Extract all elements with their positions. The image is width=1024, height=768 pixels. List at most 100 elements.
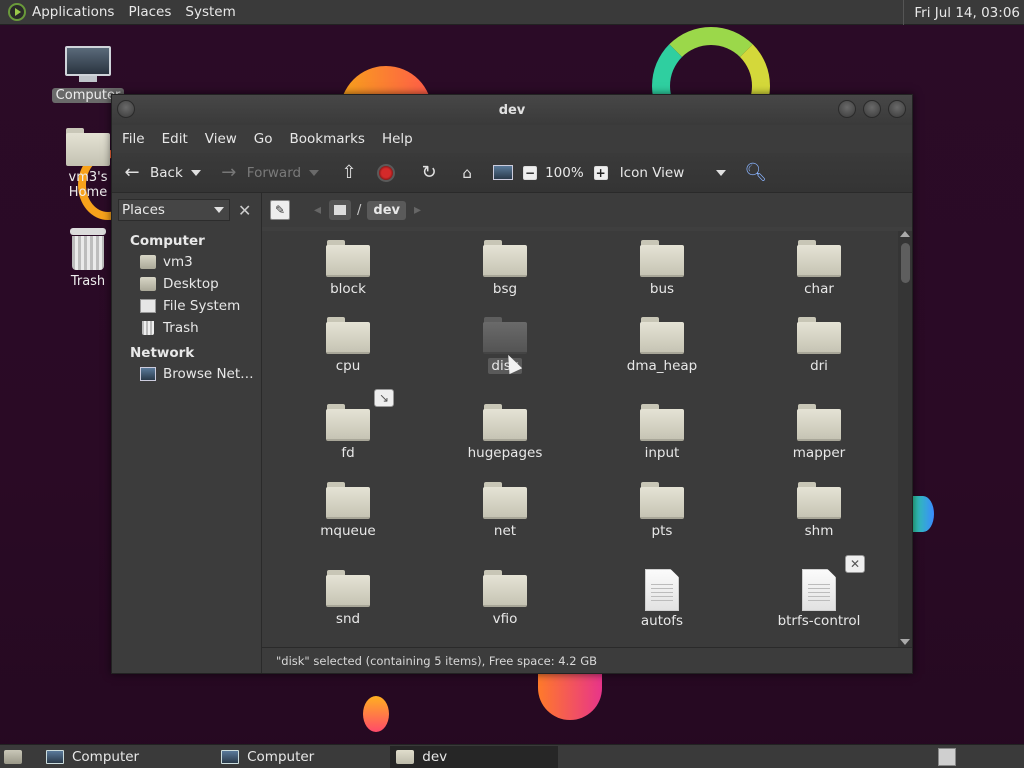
home-icon[interactable]: ⌂ [455, 161, 479, 185]
folder-item[interactable]: vfio [445, 569, 565, 627]
edit-location-icon[interactable]: ✎ [270, 200, 290, 220]
workspace-switcher[interactable] [938, 748, 956, 766]
reload-icon[interactable]: ↻ [417, 161, 441, 185]
desktop-icon-label: vm3's Home [68, 170, 108, 200]
item-name: net [493, 523, 517, 539]
path-scroll-right-icon[interactable]: ▸ [414, 202, 421, 218]
wallpaper-shape [912, 496, 934, 532]
computer-icon[interactable] [491, 161, 515, 185]
folder-item[interactable]: shm [759, 481, 879, 539]
back-button[interactable]: ← Back [120, 161, 182, 185]
scroll-down-icon[interactable] [900, 639, 910, 645]
folder-icon [396, 749, 415, 764]
filesystem-root-crumb[interactable] [329, 200, 352, 220]
folder-icon [326, 403, 370, 441]
folder-item[interactable]: cpu [288, 316, 408, 374]
system-menu[interactable]: System [185, 4, 235, 20]
window-content: Places ✕ Computer vm3 Desktop File Syste… [112, 193, 912, 673]
folder-item[interactable]: mapper [759, 403, 879, 461]
path-crumb-dev[interactable]: dev [367, 200, 407, 220]
minimize-button[interactable] [838, 100, 856, 118]
scroll-thumb[interactable] [901, 243, 910, 283]
folder-icon [326, 481, 370, 519]
folder-icon [483, 316, 527, 354]
scroll-up-icon[interactable] [900, 231, 910, 237]
item-name: shm [804, 523, 834, 539]
sidebar-item-file-system[interactable]: File System [112, 295, 261, 317]
zoom-out-icon[interactable]: − [523, 165, 538, 180]
menu-view[interactable]: View [201, 131, 247, 147]
path-scroll-left-icon[interactable]: ◂ [314, 202, 321, 218]
folder-item[interactable]: snd [288, 569, 408, 627]
maximize-button[interactable] [863, 100, 881, 118]
window-menu-button[interactable] [117, 100, 135, 118]
sidebar-item-browse-network[interactable]: Browse Net… [112, 363, 261, 385]
search-icon[interactable]: 🔍︎ [744, 161, 768, 185]
folder-item[interactable]: pts [602, 481, 722, 539]
folder-item[interactable]: dri [759, 316, 879, 374]
folder-item[interactable]: bus [602, 239, 722, 297]
vertical-scrollbar[interactable] [898, 231, 912, 647]
folder-item[interactable]: input [602, 403, 722, 461]
folder-icon [483, 239, 527, 277]
stop-icon[interactable] [377, 163, 396, 182]
desktop-icon [140, 277, 156, 291]
menu-file[interactable]: File [118, 131, 155, 147]
taskbar-item-computer[interactable]: Computer [40, 746, 145, 768]
folder-item[interactable]: bsg [445, 239, 565, 297]
folder-icon [483, 481, 527, 519]
document-icon [645, 569, 679, 611]
folder-icon [326, 316, 370, 354]
folder-icon [797, 403, 841, 441]
file-item[interactable]: ✕ btrfs-control [759, 555, 879, 629]
titlebar[interactable]: dev [112, 95, 912, 125]
computer-icon [65, 46, 111, 84]
item-name: autofs [640, 613, 684, 629]
places-menu[interactable]: Places [128, 4, 171, 20]
path-bar: ✎ ◂ / dev ▸ [262, 193, 912, 227]
forward-button[interactable]: → Forward [217, 161, 301, 185]
distro-logo-icon[interactable] [8, 3, 26, 21]
taskbar-item-computer[interactable]: Computer [215, 746, 320, 768]
folder-item[interactable]: hugepages [445, 403, 565, 461]
status-text: "disk" selected (containing 5 items), Fr… [276, 653, 598, 668]
forward-history-dropdown[interactable] [309, 169, 320, 176]
folder-item[interactable]: ↘ fd [288, 389, 408, 461]
sidebar-selector[interactable]: Places [118, 199, 230, 221]
item-name: dri [810, 358, 828, 374]
folder-item[interactable]: char [759, 239, 879, 297]
folder-icon [640, 316, 684, 354]
top-panel: Applications Places System Fri Jul 14, 0… [0, 0, 1024, 25]
item-name: hugepages [467, 445, 543, 461]
sidebar-item-vm3[interactable]: vm3 [112, 251, 261, 273]
view-mode-dropdown[interactable] [715, 169, 726, 176]
network-icon [140, 367, 156, 381]
item-name: block [330, 281, 366, 297]
folder-item[interactable]: mqueue [288, 481, 408, 539]
back-history-dropdown[interactable] [190, 169, 201, 176]
zoom-in-icon[interactable]: + [593, 165, 608, 180]
show-desktop-icon[interactable] [4, 749, 22, 764]
file-item[interactable]: autofs [602, 569, 722, 629]
sidebar-item-trash[interactable]: Trash [112, 317, 261, 339]
menu-edit[interactable]: Edit [158, 131, 198, 147]
menu-help[interactable]: Help [378, 131, 423, 147]
folder-item[interactable]: net [445, 481, 565, 539]
sidebar: Places ✕ Computer vm3 Desktop File Syste… [112, 193, 262, 673]
taskbar-item-label: Computer [247, 748, 315, 765]
close-sidebar-icon[interactable]: ✕ [238, 201, 251, 220]
up-arrow-icon[interactable]: ⇧ [337, 161, 361, 185]
taskbar-item-dev[interactable]: dev [390, 745, 559, 768]
item-name: dma_heap [626, 358, 698, 374]
menu-bookmarks[interactable]: Bookmarks [286, 131, 375, 147]
view-mode-select[interactable]: Icon View [620, 165, 716, 181]
close-button[interactable] [888, 100, 906, 118]
folder-item[interactable]: block [288, 239, 408, 297]
trash-icon [142, 321, 154, 335]
sidebar-item-desktop[interactable]: Desktop [112, 273, 261, 295]
zoom-level[interactable]: 100% [545, 165, 584, 181]
applications-menu[interactable]: Applications [32, 4, 114, 20]
clock[interactable]: Fri Jul 14, 03:06 [903, 0, 1024, 25]
menu-go[interactable]: Go [250, 131, 283, 147]
folder-item[interactable]: dma_heap [602, 316, 722, 374]
